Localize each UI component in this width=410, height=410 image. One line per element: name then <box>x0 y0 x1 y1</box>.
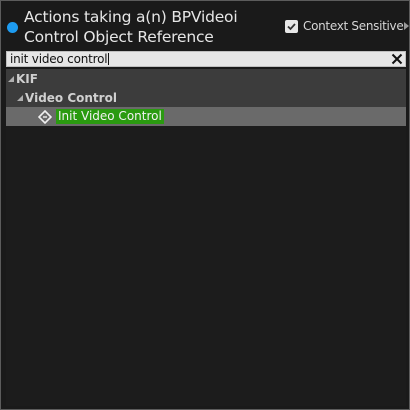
category-label: KIF <box>16 71 38 86</box>
checkmark-icon <box>287 22 296 30</box>
function-node-icon <box>38 109 52 124</box>
menu-header: Actions taking a(n) BPVideoi Control Obj… <box>1 1 410 49</box>
action-menu-panel: Actions taking a(n) BPVideoi Control Obj… <box>0 0 410 410</box>
action-tree: KIF Video Control Init Video Control <box>6 69 406 406</box>
expand-icon[interactable] <box>17 94 23 101</box>
text-caret <box>108 53 110 65</box>
context-sensitive-checkbox[interactable] <box>285 19 298 33</box>
context-sensitive-toggle[interactable]: Context Sensitive <box>285 17 410 35</box>
arrow-right-icon[interactable] <box>404 22 410 30</box>
tree-category-video-control[interactable]: Video Control <box>6 88 406 107</box>
pin-icon[interactable] <box>7 22 18 33</box>
expand-icon[interactable] <box>8 75 14 82</box>
item-label: Init Video Control <box>56 109 164 124</box>
search-input[interactable]: init video control <box>6 51 406 67</box>
search-value: init video control <box>10 52 108 66</box>
tree-category-kif[interactable]: KIF <box>6 69 406 88</box>
context-sensitive-label: Context Sensitive <box>303 19 404 33</box>
tree-item-init-video-control[interactable]: Init Video Control <box>6 107 406 126</box>
menu-title: Actions taking a(n) BPVideoi Control Obj… <box>24 8 238 46</box>
category-label: Video Control <box>25 90 117 105</box>
close-icon[interactable] <box>391 53 403 65</box>
